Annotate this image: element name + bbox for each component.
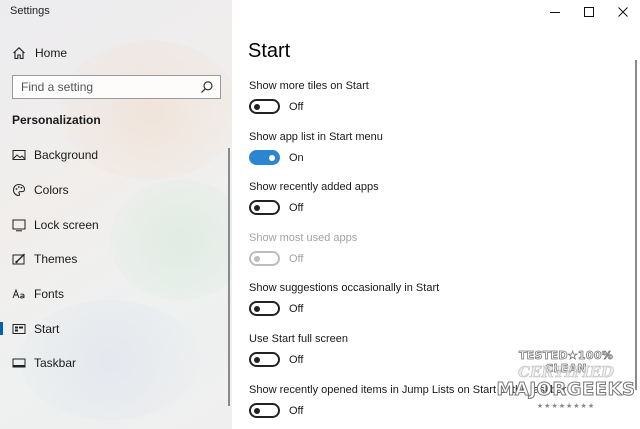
close-button[interactable] [606, 0, 640, 24]
setting-label: Show suggestions occasionally in Start [249, 282, 440, 294]
toggle-switch[interactable] [249, 352, 280, 367]
maximize-button[interactable] [572, 0, 606, 24]
setting-most-used: Show most used apps Off [249, 232, 357, 266]
themes-icon [12, 252, 26, 266]
setting-app-list: Show app list in Start menu On [249, 131, 383, 165]
sidebar-item-label: Start [34, 321, 60, 336]
toggle-switch [249, 251, 280, 266]
settings-sidebar: Settings Home Personalization Background… [0, 0, 232, 429]
toggle-switch[interactable] [249, 150, 280, 165]
sidebar-item-label: Taskbar [34, 356, 77, 371]
sidebar-item-background[interactable]: Background [0, 138, 232, 173]
background-icon [12, 148, 26, 162]
sidebar-item-label: Colors [34, 183, 69, 198]
setting-full-screen: Use Start full screen Off [249, 333, 348, 367]
sidebar-scrollbar[interactable] [228, 148, 230, 406]
toggle-state: Off [289, 404, 304, 417]
sidebar-item-fonts[interactable]: Fonts [0, 277, 232, 312]
setting-more-tiles: Show more tiles on Start Off [249, 80, 369, 114]
content-scrollbar[interactable] [635, 60, 637, 390]
lock-screen-icon [12, 218, 26, 232]
home-label: Home [35, 46, 68, 60]
sidebar-item-colors[interactable]: Colors [0, 173, 232, 208]
colors-icon [12, 183, 26, 197]
toggle-state: Off [289, 252, 304, 265]
home-icon [13, 47, 25, 60]
sidebar-item-start[interactable]: Start [0, 311, 232, 346]
fonts-icon [12, 287, 26, 301]
toggle-switch[interactable] [249, 99, 280, 114]
toggle-state: Off [289, 201, 304, 214]
window-title: Settings [10, 5, 50, 17]
taskbar-icon [12, 356, 26, 370]
sidebar-nav: Background Colors Lock screen Themes Fon… [0, 138, 232, 381]
setting-suggestions: Show suggestions occasionally in Start O… [249, 282, 439, 316]
section-heading: Personalization [12, 113, 101, 127]
toggle-switch[interactable] [249, 403, 280, 418]
toggle-state: Off [289, 302, 304, 315]
sidebar-item-label: Themes [34, 252, 78, 267]
setting-recently-added: Show recently added apps Off [249, 181, 379, 215]
toggle-state: On [289, 151, 304, 164]
setting-label: Use Start full screen [249, 333, 349, 345]
toggle-switch[interactable] [249, 200, 280, 215]
toggle-switch[interactable] [249, 301, 280, 316]
setting-label: Show most used apps [249, 232, 358, 244]
search-icon[interactable] [200, 80, 214, 94]
minimize-button[interactable] [538, 0, 572, 24]
setting-label: Show recently added apps [249, 181, 379, 193]
toggle-state: Off [289, 353, 304, 366]
setting-label: Show app list in Start menu [249, 131, 383, 143]
maximize-icon [584, 7, 594, 17]
sidebar-item-label: Fonts [34, 287, 65, 302]
sidebar-item-label: Lock screen [34, 217, 99, 232]
search-input[interactable] [13, 76, 200, 98]
window-controls [538, 0, 640, 26]
home-nav-item[interactable]: Home [12, 44, 67, 62]
search-box[interactable] [12, 75, 221, 99]
sidebar-item-taskbar[interactable]: Taskbar [0, 346, 232, 381]
close-icon [618, 7, 628, 17]
sidebar-item-label: Background [34, 148, 99, 163]
setting-label: Show more tiles on Start [249, 80, 369, 92]
watermark-line: MAJORGEEKS [496, 379, 636, 401]
sidebar-item-lock-screen[interactable]: Lock screen [0, 207, 232, 242]
watermark-line: ★★★★★★★★ [536, 403, 596, 410]
page-title: Start [248, 40, 291, 62]
toggle-state: Off [289, 100, 304, 113]
majorgeeks-watermark: TESTED★100% CLEAN CERTIFIED MAJORGEEKS ★… [496, 349, 636, 423]
start-icon [12, 322, 26, 336]
minimize-icon [550, 12, 560, 13]
sidebar-item-themes[interactable]: Themes [0, 242, 232, 277]
